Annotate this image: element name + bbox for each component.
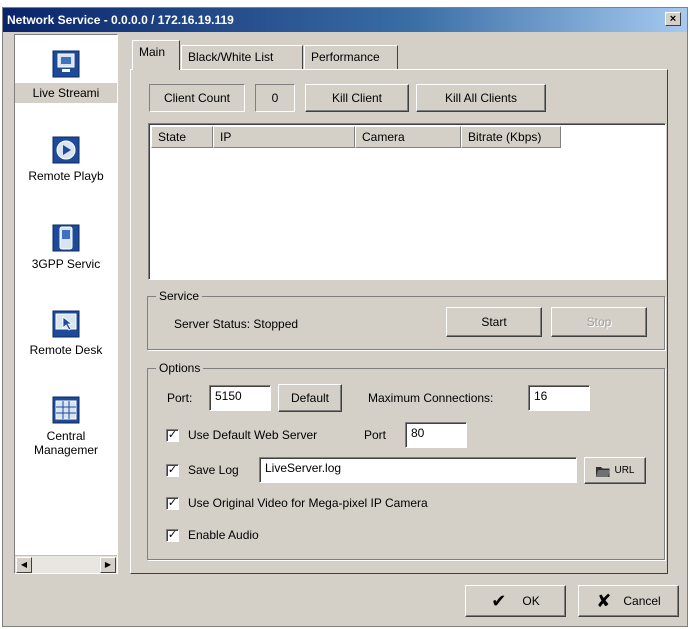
column-header-ip[interactable]: IP [213, 126, 355, 148]
folder-icon [596, 466, 611, 477]
tab-performance[interactable]: Performance [304, 45, 398, 69]
column-header-state[interactable]: State [151, 126, 213, 148]
client-count-value-box: 0 [255, 84, 295, 112]
monitor-icon [52, 50, 80, 78]
client-count-value: 0 [271, 91, 279, 105]
playback-icon [52, 136, 80, 164]
client-count-label-box: Client Count [149, 84, 245, 112]
tab-main[interactable]: Main [132, 40, 180, 70]
max-connections-label: Maximum Connections: [368, 391, 494, 405]
use-original-video-checkbox[interactable]: ✓ [166, 497, 179, 510]
title-bar[interactable]: Network Service - 0.0.0.0 / 172.16.19.11… [3, 8, 687, 32]
sidebar-item-3gpp-service[interactable]: 3GPP Servic [15, 223, 117, 271]
server-status-text: Server Status: Stopped [174, 317, 299, 331]
central-management-icon [52, 396, 80, 424]
client-table[interactable]: State IP Camera Bitrate (Kbps) [148, 123, 666, 280]
ok-button[interactable]: ✔ OK [465, 585, 566, 617]
sidebar-item-live-streaming[interactable]: Live Streami [15, 49, 117, 103]
scroll-right-icon[interactable]: ▶ [100, 557, 116, 573]
port-input[interactable]: 5150 [209, 385, 271, 411]
service-sidebar[interactable]: Live Streami Remote Playb 3GPP Servic Re… [14, 34, 118, 574]
cancel-button[interactable]: ✘ Cancel [578, 585, 679, 617]
save-log-checkbox[interactable]: ✓ [166, 464, 179, 477]
client-count-label: Client Count [163, 91, 231, 105]
stop-button: Stop [551, 307, 647, 337]
use-default-web-server-checkbox[interactable]: ✓ [166, 429, 179, 442]
options-group-title: Options [156, 361, 204, 375]
sidebar-item-label-line2: Managemer [33, 443, 99, 457]
column-header-camera[interactable]: Camera [355, 126, 461, 148]
web-port-input[interactable]: 80 [405, 422, 467, 448]
port-label: Port: [167, 391, 193, 405]
kill-client-button[interactable]: Kill Client [305, 84, 409, 112]
window-title: Network Service - 0.0.0.0 / 172.16.19.11… [7, 13, 234, 27]
log-file-input[interactable]: LiveServer.log [259, 457, 577, 483]
sidebar-item-label: Live Streami [15, 83, 117, 103]
use-original-video-label: Use Original Video for Mega-pixel IP Cam… [188, 496, 428, 510]
max-connections-input[interactable]: 16 [528, 385, 590, 411]
close-icon[interactable]: × [665, 12, 681, 26]
default-port-button[interactable]: Default [278, 384, 342, 412]
cancel-x-icon: ✘ [596, 590, 612, 611]
checkmark-icon: ✔ [491, 590, 507, 611]
mobile-phone-icon [52, 224, 80, 252]
service-group-title: Service [156, 289, 203, 303]
web-port-label: Port [364, 428, 387, 442]
remote-desktop-icon [52, 310, 80, 338]
sidebar-item-label: Remote Desk [29, 343, 103, 357]
sidebar-item-label: Remote Playb [28, 169, 104, 183]
use-default-web-server-label: Use Default Web Server [188, 428, 318, 442]
enable-audio-checkbox[interactable]: ✓ [166, 529, 179, 542]
sidebar-item-label: Central [46, 429, 86, 443]
tab-black-white-list[interactable]: Black/White List [181, 45, 303, 69]
start-button[interactable]: Start [446, 307, 542, 337]
browse-log-button[interactable]: URL [584, 457, 646, 484]
save-log-label: Save Log [188, 463, 239, 477]
sidebar-item-label: 3GPP Servic [31, 257, 101, 271]
sidebar-item-remote-desktop[interactable]: Remote Desk [15, 309, 117, 357]
scroll-left-icon[interactable]: ◀ [16, 557, 32, 573]
sidebar-item-remote-playback[interactable]: Remote Playb [15, 135, 117, 183]
enable-audio-label: Enable Audio [188, 528, 259, 542]
kill-all-clients-button[interactable]: Kill All Clients [416, 84, 546, 112]
sidebar-horizontal-scrollbar[interactable]: ◀ ▶ [15, 555, 117, 573]
column-header-bitrate[interactable]: Bitrate (Kbps) [461, 126, 561, 148]
sidebar-item-central-management[interactable]: Central Managemer [15, 395, 117, 457]
